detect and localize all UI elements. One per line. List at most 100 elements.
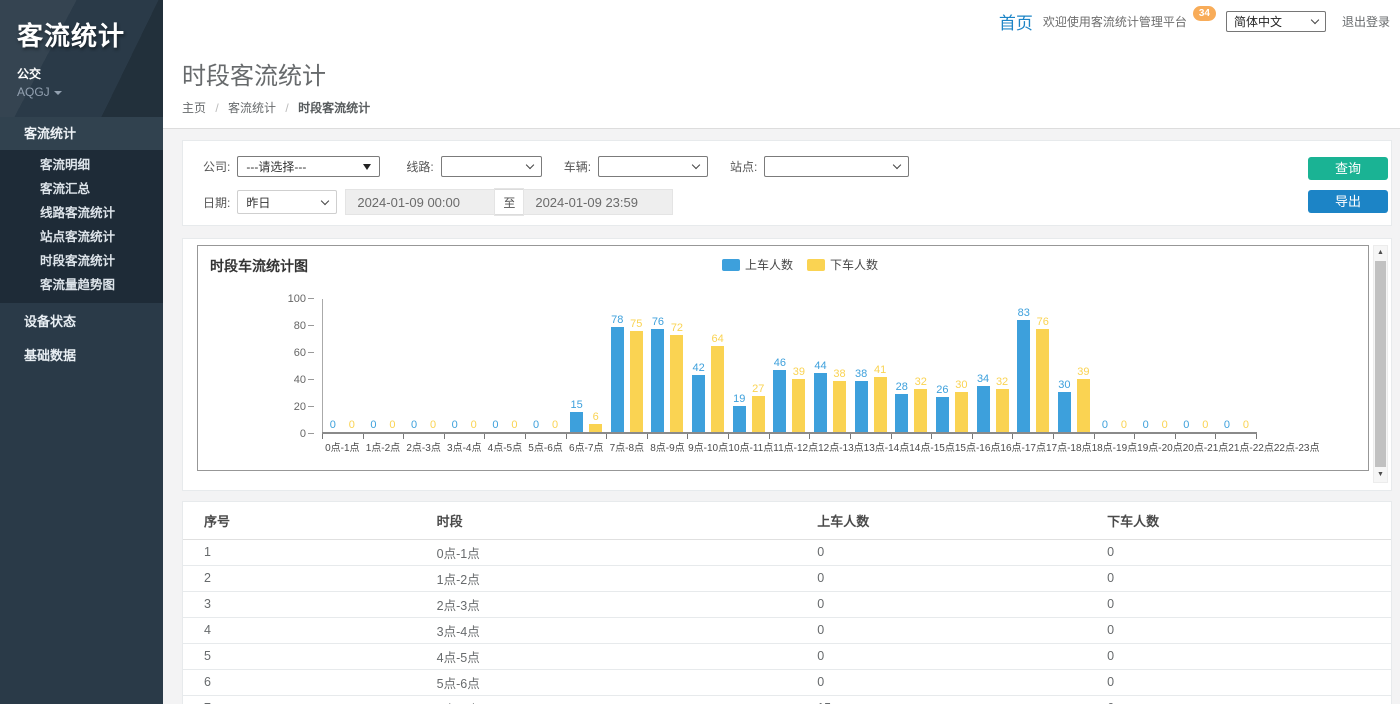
- bar[interactable]: [792, 379, 805, 432]
- bar-wrap: 0: [1157, 419, 1173, 432]
- org-code-dropdown[interactable]: AQGJ: [17, 85, 163, 99]
- date-from-input[interactable]: 2024-01-09 00:00: [345, 189, 495, 215]
- bar-value-label: 0: [1202, 419, 1208, 431]
- bar[interactable]: [1058, 392, 1071, 433]
- bar-value-label: 0: [1143, 419, 1149, 431]
- table-cell: 0: [817, 643, 1107, 669]
- bar[interactable]: [670, 335, 683, 432]
- station-label: 站点:: [730, 158, 757, 175]
- bar[interactable]: [936, 397, 949, 432]
- bar[interactable]: [773, 370, 786, 432]
- export-button[interactable]: 导出: [1308, 190, 1388, 213]
- bar[interactable]: [1077, 379, 1090, 432]
- scroll-down-icon[interactable]: ▼: [1374, 468, 1387, 482]
- x-axis-label: 14点-15点: [909, 439, 955, 454]
- bar-value-label: 76: [652, 316, 664, 328]
- bar-wrap: 0: [1197, 419, 1213, 432]
- bar[interactable]: [895, 394, 908, 432]
- sidebar-section-base-data[interactable]: 基础数据: [0, 339, 163, 373]
- bar[interactable]: [955, 392, 968, 433]
- bar[interactable]: [874, 377, 887, 432]
- date-to-input[interactable]: 2024-01-09 23:59: [523, 189, 673, 215]
- bar-wrap: 0: [528, 419, 544, 432]
- bar[interactable]: [1017, 320, 1030, 432]
- bar-value-label: 34: [977, 373, 989, 385]
- vehicle-select[interactable]: [598, 156, 708, 177]
- scrollbar-thumb[interactable]: [1375, 261, 1386, 467]
- sidebar-item-线路客流统计[interactable]: 线路客流统计: [0, 201, 163, 225]
- bar[interactable]: [611, 327, 624, 432]
- chart-bar-group: 3432: [972, 299, 1013, 432]
- table-header-cell: 上车人数: [817, 502, 1107, 539]
- line-select[interactable]: [441, 156, 542, 177]
- filter-row-2: 日期: 昨日 2024-01-09 00:00 至 2024-01-09 23:…: [203, 189, 1377, 215]
- sidebar-item-时段客流统计[interactable]: 时段客流统计: [0, 249, 163, 273]
- bar-wrap: 19: [731, 393, 747, 432]
- bar-value-label: 0: [552, 419, 558, 431]
- bar[interactable]: [996, 389, 1009, 432]
- company-label: 公司:: [203, 158, 230, 175]
- breadcrumb-home[interactable]: 主页: [182, 101, 206, 115]
- legend-item-alighting[interactable]: 下车人数: [807, 256, 878, 273]
- logout-link[interactable]: 退出登录: [1342, 13, 1390, 30]
- chart-bar-group: 00: [1175, 299, 1216, 432]
- date-preset-select[interactable]: 昨日: [237, 190, 337, 214]
- bar[interactable]: [630, 331, 643, 432]
- breadcrumb-passenger-stats[interactable]: 客流统计: [228, 101, 276, 115]
- chart-bar-group: 00: [322, 299, 363, 432]
- legend-item-boarding[interactable]: 上车人数: [722, 256, 793, 273]
- logo-block: 客流统计 公交 AQGJ: [0, 0, 163, 117]
- chart-scrollbar[interactable]: ▲ ▼: [1373, 245, 1388, 483]
- bar[interactable]: [570, 412, 583, 432]
- bar-wrap: 83: [1016, 307, 1032, 432]
- sidebar-item-客流明细[interactable]: 客流明细: [0, 153, 163, 177]
- bar[interactable]: [651, 329, 664, 432]
- company-select[interactable]: ---请选择---: [237, 156, 380, 177]
- query-button[interactable]: 查询: [1308, 157, 1388, 180]
- bar-wrap: 0: [344, 419, 360, 432]
- bar-wrap: 64: [710, 333, 726, 432]
- scroll-up-icon[interactable]: ▲: [1374, 246, 1387, 260]
- bar-wrap: 26: [934, 384, 950, 432]
- bar[interactable]: [752, 396, 765, 432]
- vehicle-label: 车辆:: [564, 158, 591, 175]
- table-cell: 4点-5点: [437, 643, 818, 669]
- x-axis-label: 20点-21点: [1183, 439, 1229, 454]
- bar[interactable]: [692, 375, 705, 432]
- sidebar-item-客流汇总[interactable]: 客流汇总: [0, 177, 163, 201]
- table-header-cell: 序号: [183, 502, 437, 539]
- bar-value-label: 38: [855, 368, 867, 380]
- bar-value-label: 0: [1162, 419, 1168, 431]
- table-cell: 0: [1107, 591, 1391, 617]
- y-axis-label: 80: [294, 320, 306, 332]
- bar-wrap: 32: [913, 376, 929, 432]
- bar[interactable]: [589, 424, 602, 432]
- sidebar-section-device-status[interactable]: 设备状态: [0, 305, 163, 339]
- station-select[interactable]: [764, 156, 909, 177]
- bar-wrap: 0: [1219, 419, 1235, 432]
- sidebar-item-客流量趋势图[interactable]: 客流量趋势图: [0, 273, 163, 297]
- table-header-cell: 下车人数: [1107, 502, 1391, 539]
- sidebar-section-passenger-stats[interactable]: 客流统计: [0, 117, 163, 150]
- bar[interactable]: [814, 373, 827, 432]
- bar[interactable]: [855, 381, 868, 432]
- x-axis-label: 5点-6点: [525, 439, 566, 454]
- bar[interactable]: [1036, 329, 1049, 432]
- bar[interactable]: [733, 406, 746, 432]
- chart-box: 时段车流统计图 上车人数 下车人数 020406080100 000000: [197, 245, 1369, 471]
- language-select[interactable]: 简体中文: [1226, 11, 1326, 32]
- chevron-down-icon: [692, 161, 700, 169]
- notification-badge[interactable]: 34: [1193, 6, 1216, 21]
- bar[interactable]: [711, 346, 724, 432]
- y-axis-label: 40: [294, 374, 306, 386]
- bar-wrap: 44: [813, 360, 829, 432]
- bar[interactable]: [833, 381, 846, 432]
- bar[interactable]: [977, 386, 990, 432]
- y-axis-tick: [308, 352, 314, 353]
- table-cell: 6点-7点: [437, 695, 818, 704]
- page-title: 时段客流统计: [182, 56, 1400, 91]
- bar[interactable]: [914, 389, 927, 432]
- bar-value-label: 26: [936, 384, 948, 396]
- sidebar-item-站点客流统计[interactable]: 站点客流统计: [0, 225, 163, 249]
- home-link[interactable]: 首页: [999, 9, 1033, 34]
